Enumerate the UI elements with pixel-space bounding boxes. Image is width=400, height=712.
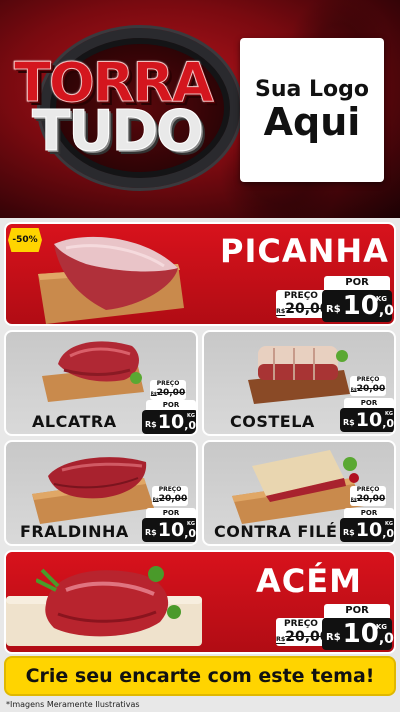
- header-banner: TORRA TUDO Sua Logo Aqui: [0, 0, 400, 218]
- price-unit: KG: [385, 411, 393, 417]
- preco-label: PREÇO: [158, 486, 182, 493]
- preco-label: PREÇO: [356, 376, 380, 383]
- price-integer: 10: [342, 291, 379, 321]
- old-price-tag: PREÇO R$20,00: [152, 486, 188, 506]
- contra-file-meat-image: [252, 450, 359, 502]
- old-price: R$20,00: [276, 630, 330, 647]
- product-card-acem: ACÉM POR PREÇO R$20,00 R$ 10 ,00 KG: [4, 550, 396, 654]
- product-name-fraldinha: FRALDINHA: [20, 522, 129, 541]
- price-unit: KG: [375, 623, 387, 631]
- product-name-costela: COSTELA: [230, 412, 315, 431]
- old-price: R$20,00: [150, 388, 186, 399]
- picanha-meat-image: [54, 236, 178, 310]
- price-box-fraldinha: R$ 10 ,00 KG: [142, 518, 197, 542]
- price-integer: 10: [355, 409, 383, 431]
- price-integer: 10: [342, 619, 379, 649]
- price-unit: KG: [187, 521, 195, 527]
- logo-line-2: Aqui: [263, 99, 361, 144]
- alcatra-meat-image: [58, 341, 142, 384]
- price-box-contra-file: R$ 10 ,00 KG: [340, 518, 395, 542]
- por-label: POR: [344, 508, 394, 518]
- product-name-alcatra: ALCATRA: [32, 412, 117, 431]
- price-currency: R$: [343, 528, 355, 537]
- discount-badge: -50%: [8, 228, 42, 252]
- price-integer: 10: [157, 411, 185, 433]
- por-label: POR: [146, 508, 196, 518]
- por-label: POR: [324, 276, 390, 290]
- old-price-currency: R$: [276, 308, 286, 315]
- price-box-alcatra: R$ 10 ,00 KG: [142, 410, 197, 434]
- old-price: R$20,00: [350, 384, 386, 395]
- old-price-tag: PREÇO R$20,00: [150, 380, 186, 400]
- price-currency: R$: [343, 418, 355, 427]
- price-box-acem: R$ 10 ,00 KG: [322, 618, 394, 650]
- old-price-value: 20,00: [158, 494, 188, 504]
- price-integer: 10: [355, 519, 383, 541]
- product-card-costela: COSTELA PREÇO R$20,00 POR R$ 10 ,00 KG: [202, 330, 396, 436]
- price-currency: R$: [145, 420, 157, 429]
- costela-meat-image: [258, 346, 348, 380]
- old-price-value: 20,00: [156, 388, 186, 398]
- price-decimal: ,00: [184, 419, 197, 432]
- price-decimal: ,00: [378, 303, 394, 319]
- cta-banner[interactable]: Crie seu encarte com este tema!: [4, 656, 396, 696]
- price-decimal: ,00: [378, 631, 394, 647]
- price-currency: R$: [326, 632, 341, 643]
- old-price: R$20,00: [152, 494, 188, 505]
- old-price-tag: PREÇO R$20,00: [276, 290, 330, 319]
- product-name-contra-file: CONTRA FILÉ: [214, 522, 338, 541]
- logo-line-1: Sua Logo: [254, 76, 369, 102]
- product-name-acem: ACÉM: [256, 562, 362, 600]
- product-name-picanha: PICANHA: [220, 232, 389, 270]
- product-card-contra-file: CONTRA FILÉ PREÇO R$20,00 POR R$ 10 ,00 …: [202, 440, 396, 546]
- old-price-currency: R$: [276, 636, 286, 643]
- price-box-picanha: R$ 10 ,00 KG: [322, 290, 394, 322]
- price-decimal: ,00: [382, 417, 395, 430]
- preco-label: PREÇO: [356, 486, 380, 493]
- price-currency: R$: [326, 304, 341, 315]
- product-card-alcatra: ALCATRA PREÇO R$20,00 POR R$ 10 ,00 KG: [4, 330, 198, 436]
- product-card-fraldinha: FRALDINHA PREÇO R$20,00 POR R$ 10 ,00 KG: [4, 440, 198, 546]
- price-currency: R$: [145, 528, 157, 537]
- old-price: R$20,00: [350, 494, 386, 505]
- por-label: POR: [344, 398, 394, 408]
- fraldinha-meat-image: [48, 457, 147, 499]
- old-price-tag: PREÇO R$20,00: [350, 486, 386, 506]
- preco-label: PREÇO: [156, 380, 180, 387]
- old-price: R$20,00: [276, 302, 330, 319]
- product-card-picanha: PICANHA POR PREÇO R$20,00 R$ 10 ,00 KG: [4, 222, 396, 326]
- old-price-value: 20,00: [356, 494, 386, 504]
- price-unit: KG: [187, 413, 195, 419]
- price-integer: 10: [157, 519, 185, 541]
- old-price-value: 20,00: [356, 384, 386, 394]
- por-label: POR: [146, 400, 196, 410]
- title-tudo: TUDO: [32, 99, 205, 164]
- acem-meat-image: [36, 566, 181, 637]
- old-price-tag: PREÇO R$20,00: [276, 618, 330, 647]
- price-box-costela: R$ 10 ,00 KG: [340, 408, 395, 432]
- price-decimal: ,00: [382, 527, 395, 540]
- price-decimal: ,00: [184, 527, 197, 540]
- por-label: POR: [324, 604, 390, 618]
- price-unit: KG: [385, 521, 393, 527]
- price-unit: KG: [375, 295, 387, 303]
- logo-placeholder: Sua Logo Aqui: [240, 38, 384, 182]
- disclaimer-text: *Imagens Meramente Ilustrativas: [6, 700, 140, 709]
- old-price-tag: PREÇO R$20,00: [350, 376, 386, 396]
